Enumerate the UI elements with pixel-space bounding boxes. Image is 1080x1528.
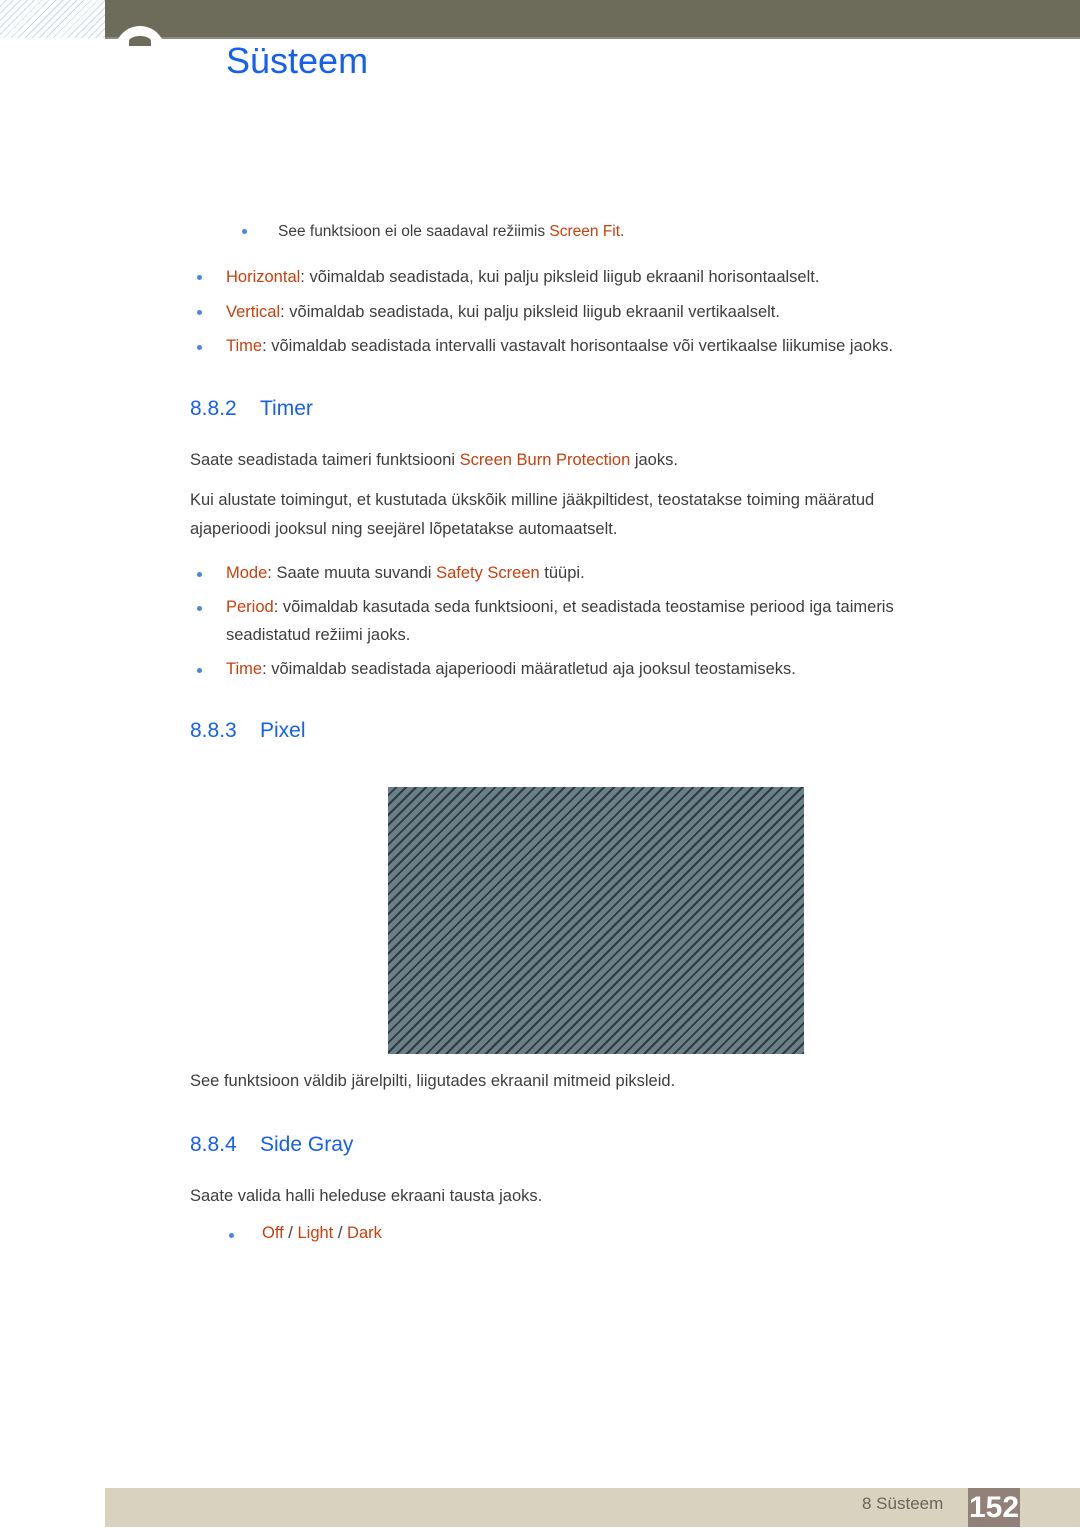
list-item: Horizontal: võimaldab seadistada, kui pa… xyxy=(226,268,820,286)
term-screen-burn-protection: Screen Burn Protection xyxy=(459,451,631,469)
bullet-icon xyxy=(242,229,247,234)
bullet-icon xyxy=(197,606,202,611)
term-safety-screen: Safety Screen xyxy=(436,564,540,582)
option-light: Light xyxy=(297,1224,334,1242)
screen-fit-note: See funktsioon ei ole saadaval režiimis … xyxy=(278,223,625,240)
list-item: Vertical: võimaldab seadistada, kui palj… xyxy=(226,303,780,321)
bullet-icon xyxy=(197,275,202,280)
footer-chapter-label: 8 Süsteem xyxy=(862,1494,944,1513)
section-heading-side-gray: 8.8.4 Side Gray xyxy=(190,1133,354,1156)
term-time: Time xyxy=(226,337,263,355)
section-heading-pixel: 8.8.3 Pixel xyxy=(190,719,306,742)
option-off: Off xyxy=(262,1224,284,1242)
bullet-icon xyxy=(197,310,202,315)
list-item: Time: võimaldab seadistada ajaperioodi m… xyxy=(226,660,796,678)
term-time: Time xyxy=(226,660,263,678)
bullet-icon xyxy=(197,668,202,673)
list-item: Time: võimaldab seadistada intervalli va… xyxy=(226,337,894,355)
page-number: 152 xyxy=(968,1488,1020,1527)
timer-intro: Saate seadistada taimeri funktsiooni Scr… xyxy=(190,451,678,469)
pixel-caption: See funktsioon väldib järelpilti, liigut… xyxy=(190,1072,676,1090)
side-gray-description: Saate valida halli heleduse ekraani taus… xyxy=(190,1187,543,1205)
term-vertical: Vertical xyxy=(226,303,281,321)
side-gray-options: Off / Light / Dark xyxy=(262,1224,382,1242)
term-screen-fit: Screen Fit xyxy=(549,223,621,240)
bullet-icon xyxy=(229,1233,234,1238)
header-band xyxy=(105,0,1080,39)
timer-description: Kui alustate toimingut, et kustutada üks… xyxy=(190,491,875,538)
term-horizontal: Horizontal xyxy=(226,268,301,286)
section-heading-timer: 8.8.2 Timer xyxy=(190,397,313,420)
chapter-title: Süsteem xyxy=(226,40,369,81)
term-mode: Mode xyxy=(226,564,268,582)
pixel-shift-pattern-image xyxy=(388,787,804,1054)
list-item: Period: võimaldab kasutada seda funktsio… xyxy=(226,598,894,644)
option-dark: Dark xyxy=(347,1224,382,1242)
term-period: Period xyxy=(226,598,274,616)
chapter-badge-icon xyxy=(115,26,165,76)
bullet-icon xyxy=(197,572,202,577)
header-hatch-pattern xyxy=(0,0,105,38)
list-item: Mode: Saate muuta suvandi Safety Screen … xyxy=(226,564,585,582)
bullet-icon xyxy=(197,345,202,350)
